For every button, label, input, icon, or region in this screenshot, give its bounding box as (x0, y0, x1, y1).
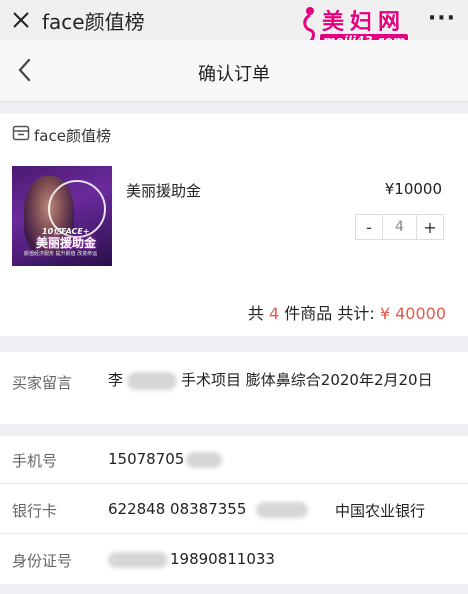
phone-row: 手机号 15078705 (0, 436, 468, 484)
increase-button[interactable]: + (417, 215, 443, 239)
summary-middle: 件商品 共计: (284, 304, 375, 323)
id-number-value[interactable]: 19890811033 (108, 550, 275, 568)
bank-card-value[interactable]: 622848 08387355 (108, 500, 309, 518)
product-image[interactable]: 10亿FACE+ 美丽援助金 颜值经济服务 提升颜值 改变命运 (12, 166, 112, 266)
shop-name: face颜值榜 (34, 126, 111, 145)
watermark-text: 美妇网 (322, 9, 407, 35)
app-title: face颜值榜 (42, 9, 145, 34)
product-name: 美丽援助金 (126, 182, 202, 200)
redacted-blur (256, 501, 309, 518)
product-price: ¥10000 (384, 180, 442, 198)
bank-name: 中国农业银行 (335, 502, 426, 520)
shop-row[interactable]: face颜值榜 (12, 124, 111, 146)
buyer-message-field[interactable]: 李 手术项目 膨体鼻综合2020年2月20日 (108, 370, 448, 390)
order-summary: 共 4 件商品 共计: ¥ 40000 (248, 300, 446, 324)
summary-count: 4 (268, 304, 280, 323)
shop-icon (12, 125, 30, 145)
summary-total: ¥ 40000 (379, 304, 446, 323)
id-number-row: 身份证号 19890811033 (0, 536, 468, 584)
buyer-message-card: 买家留言 李 手术项目 膨体鼻综合2020年2月20日 (0, 352, 468, 424)
bank-card-row: 银行卡 622848 08387355 中国农业银行 (0, 486, 468, 534)
product-image-caption-2: 美丽援助金 (36, 236, 97, 250)
bank-card-label: 银行卡 (12, 502, 58, 520)
buyer-message-text-start: 李 (108, 371, 124, 389)
order-card: face颜值榜 10亿FACE+ 美丽援助金 颜值经济服务 提升颜值 改变命运 … (0, 114, 468, 336)
buyer-message-label: 买家留言 (12, 374, 73, 392)
phone-value[interactable]: 15078705 (108, 450, 223, 468)
summary-prefix: 共 (247, 304, 264, 323)
redacted-blur (108, 551, 168, 568)
redacted-blur (186, 451, 223, 468)
close-icon[interactable] (4, 0, 38, 40)
quantity-value[interactable]: 4 (382, 215, 417, 239)
decrease-button[interactable]: - (356, 215, 382, 239)
id-number: 19890811033 (170, 550, 275, 568)
phone-label: 手机号 (12, 452, 58, 470)
page-title: 确认订单 (198, 64, 270, 85)
customer-info-card: 手机号 15078705 银行卡 622848 08387355 中国农业银行 … (0, 436, 468, 584)
buyer-message-text-rest: 手术项目 膨体鼻综合2020年2月20日 (181, 371, 433, 389)
product-image-caption-3: 颜值经济服务 提升颜值 改变命运 (24, 251, 98, 257)
id-number-label: 身份证号 (12, 552, 73, 570)
bank-card-number: 622848 08387355 (108, 500, 247, 518)
more-options-icon[interactable]: ··· (428, 6, 456, 31)
quantity-stepper: - 4 + (355, 214, 444, 240)
page-header: 确认订单 (0, 40, 468, 102)
phone-number: 15078705 (108, 450, 185, 468)
redacted-blur (127, 371, 178, 390)
